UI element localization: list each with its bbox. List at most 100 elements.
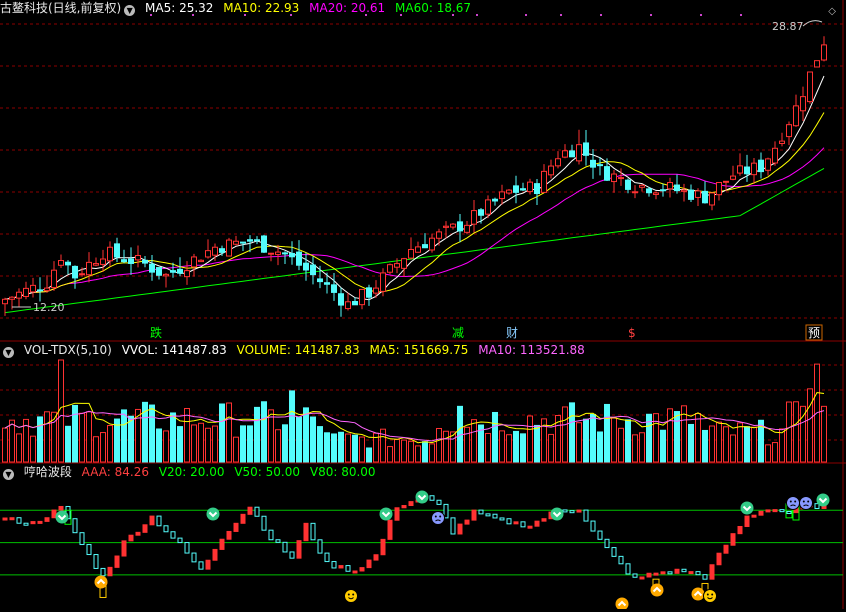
candle-body: [625, 179, 631, 190]
wave-bar: [261, 515, 267, 531]
candle-body: [688, 189, 694, 200]
chart-stage[interactable]: 28.87 12.20 跌 减 财 $ 预: [0, 0, 846, 611]
candle-body: [2, 298, 8, 305]
wave-bar: [569, 510, 575, 514]
candle-body: [520, 188, 526, 191]
wave-bar: [275, 539, 281, 543]
candle-body: [44, 287, 50, 292]
volume-bar: [226, 402, 232, 463]
candle-body: [527, 181, 533, 193]
wave-bar: [646, 572, 652, 578]
wave-bar: [93, 554, 99, 569]
volume-bar: [219, 403, 225, 463]
wave-bar: [2, 517, 8, 521]
volume-bar: [590, 413, 596, 463]
wave-bar: [639, 576, 645, 580]
candle-body: [807, 71, 813, 103]
wave-bar: [541, 518, 547, 522]
chevron-down-icon[interactable]: ▼: [3, 469, 14, 480]
volume-bar: [275, 429, 281, 463]
volume-bar: [534, 424, 540, 463]
wave-bar: [618, 555, 624, 565]
volume-bar: [387, 446, 393, 463]
wave-bar: [163, 525, 169, 533]
candle-body: [254, 239, 260, 242]
wave-bar: [219, 538, 225, 550]
volume-bar: [9, 419, 15, 463]
wave-bar: [107, 566, 113, 577]
volume-bar: [422, 441, 428, 463]
happy-face-icon-eye: [347, 593, 350, 596]
candle-body: [702, 190, 708, 204]
wave-bar: [58, 505, 64, 511]
smiley-top-icon: [740, 501, 754, 515]
wave-bar: [359, 567, 365, 572]
candle-body: [408, 248, 414, 259]
wave-bar: [366, 559, 372, 569]
volume-bar: [352, 434, 358, 463]
event-marker: $: [628, 326, 636, 340]
wave-bar: [401, 505, 407, 509]
volume-bar: [303, 407, 309, 463]
volume-bar: [149, 404, 155, 463]
wave-bar: [653, 572, 659, 576]
volume-bar: [583, 418, 589, 463]
volume-bar: [184, 408, 190, 463]
chart-canvas[interactable]: 28.87 12.20 跌 减 财 $ 预: [0, 0, 846, 611]
volume-bar: [513, 430, 519, 463]
volume-bar: [366, 447, 372, 463]
candle-body: [499, 191, 505, 200]
wave-bar: [170, 531, 176, 539]
wave-bar: [436, 499, 442, 505]
volume-bar: [611, 417, 617, 463]
candle-body: [72, 265, 78, 279]
event-marker: 减: [452, 326, 464, 340]
volume-bar: [345, 433, 351, 463]
candle-body: [170, 270, 176, 273]
candle-body: [737, 165, 743, 174]
wave-bar: [324, 552, 330, 563]
candle-body: [681, 189, 687, 192]
wave-bar: [338, 565, 344, 569]
candle-body: [247, 239, 253, 242]
candle-body: [51, 269, 57, 289]
wave-bar: [660, 571, 666, 575]
chevron-down-icon[interactable]: ▼: [3, 347, 14, 358]
volume-bar: [457, 405, 463, 463]
sad-face-icon-eye: [794, 500, 797, 503]
candle-body: [695, 190, 701, 198]
volume-bar: [93, 436, 99, 463]
volume-bar: [464, 426, 470, 463]
candle-body: [744, 166, 750, 175]
wave-bar: [702, 574, 708, 580]
candle-body: [366, 287, 372, 298]
volume-bar: [625, 419, 631, 463]
candle-body: [723, 180, 729, 183]
volume-bar: [786, 401, 792, 463]
wave-bar: [429, 495, 435, 501]
wave-bar: [226, 530, 232, 540]
candle-body: [128, 258, 134, 264]
wave-bar: [205, 559, 211, 570]
volume-bar: [597, 431, 603, 463]
chevron-down-icon[interactable]: ▼: [124, 5, 136, 16]
volume-bar: [65, 425, 71, 463]
wave-header: ▼ 哼哈波段 AAA: 84.26 V20: 20.00 V50: 50.00 …: [0, 464, 846, 482]
volume-bar: [212, 425, 218, 463]
candle-body: [387, 264, 393, 273]
wave-bar: [23, 522, 29, 526]
high-arrow: [802, 20, 823, 27]
wave-bar: [576, 509, 582, 513]
volume-bar: [772, 442, 778, 463]
wave-bar: [373, 554, 379, 561]
candle-body: [583, 142, 589, 156]
corner-diamond-icon[interactable]: ◇: [828, 3, 836, 20]
smiley-top-icon: [816, 493, 830, 507]
wave-bar: [114, 555, 120, 568]
aaa-label: AAA: 84.26: [81, 465, 149, 479]
wave-bar: [534, 520, 540, 527]
volume-bar: [492, 411, 498, 463]
volume-bar: [807, 388, 813, 463]
volume-label: VOLUME: 141487.83: [236, 343, 360, 357]
candle-body: [79, 273, 85, 276]
